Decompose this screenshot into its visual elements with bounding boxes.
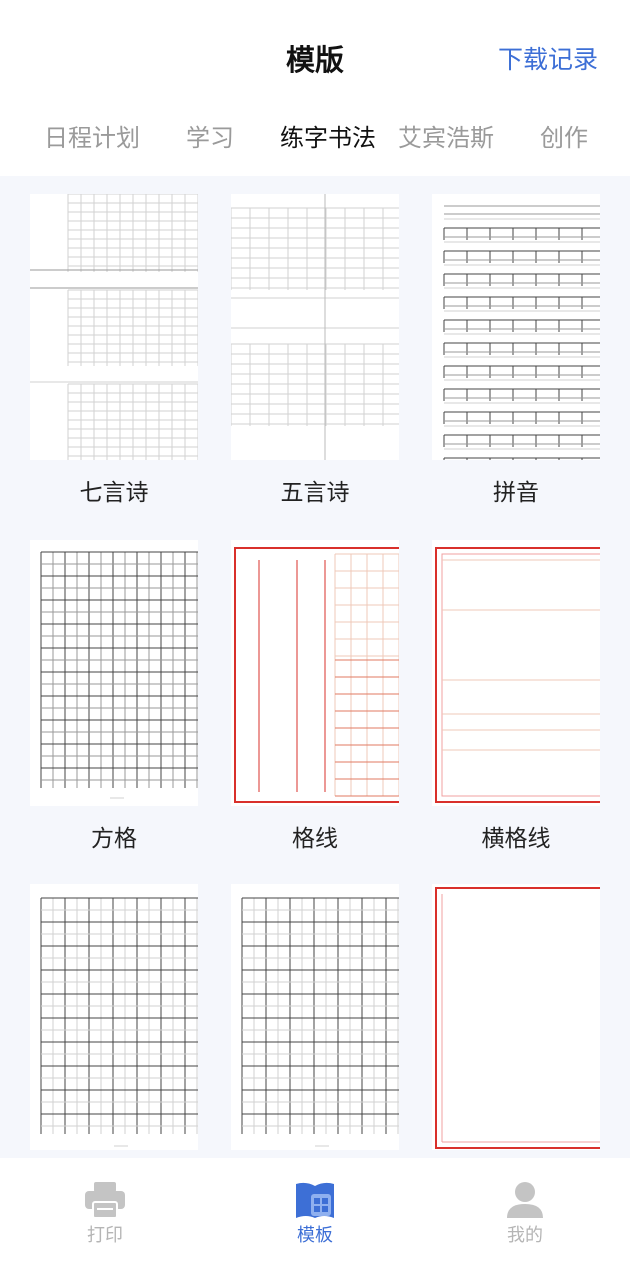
frame-border: [441, 553, 600, 797]
template-book-icon: [296, 1182, 334, 1218]
template-thumbnail: [432, 194, 600, 460]
template-label: 五言诗: [280, 480, 350, 506]
category-tabs: 日程计划 学习 练字书法 艾宾浩斯 创作: [0, 116, 630, 160]
template-thumbnail: [432, 540, 600, 806]
template-thumbnail: [30, 194, 198, 460]
pinyin-grid-preview: [443, 205, 600, 460]
tianzi-grid-preview: [40, 897, 198, 1147]
tabbar-label: 我的: [507, 1225, 543, 1246]
tabbar-label: 模板: [297, 1225, 333, 1246]
template-thumbnail: [30, 540, 198, 806]
template-thumbnail: [432, 884, 600, 1150]
tab-creation[interactable]: 创作: [540, 116, 588, 160]
frame-border: [234, 547, 399, 803]
frame-border: [435, 887, 600, 1149]
download-history-link[interactable]: 下载记录: [498, 40, 598, 80]
template-thumbnail: [30, 884, 198, 1150]
tabbar-mine[interactable]: 我的: [465, 1180, 585, 1248]
template-grid: 七言诗 五言诗 拼音 方格 格线 横格线: [0, 176, 630, 1158]
frame-border: [435, 547, 600, 803]
tab-ebbinghaus[interactable]: 艾宾浩斯: [398, 116, 494, 160]
bottom-tab-bar: 打印 模板 我的: [0, 1158, 630, 1280]
blank-frame-preview: [435, 887, 600, 1149]
template-thumbnail: [231, 884, 399, 1150]
tab-schedule[interactable]: 日程计划: [44, 116, 140, 160]
ruled-line-preview: [234, 547, 399, 803]
user-icon: [507, 1182, 543, 1218]
template-thumbnail: [231, 194, 399, 460]
printer-icon: [85, 1182, 125, 1219]
template-label: 格线: [292, 826, 338, 852]
horizontal-line-preview: [435, 547, 600, 803]
header: 模版 下载记录 日程计划 学习 练字书法 艾宾浩斯 创作: [0, 0, 630, 176]
template-label: 七言诗: [79, 480, 149, 506]
wuyan-grid-preview: [231, 194, 399, 460]
qiyan-grid-preview: [30, 194, 198, 460]
tabbar-print[interactable]: 打印: [45, 1180, 165, 1248]
template-thumbnail: [231, 540, 399, 806]
mizi-grid-preview: [241, 897, 399, 1147]
tab-calligraphy[interactable]: 练字书法: [280, 116, 376, 160]
tabbar-template[interactable]: 模板: [255, 1180, 375, 1248]
template-label: 拼音: [493, 480, 539, 506]
tabbar-label: 打印: [87, 1225, 123, 1246]
tab-study[interactable]: 学习: [186, 116, 234, 160]
template-label: 横格线: [481, 826, 551, 852]
template-label: 方格: [91, 826, 137, 852]
square-grid-preview: [40, 551, 198, 799]
